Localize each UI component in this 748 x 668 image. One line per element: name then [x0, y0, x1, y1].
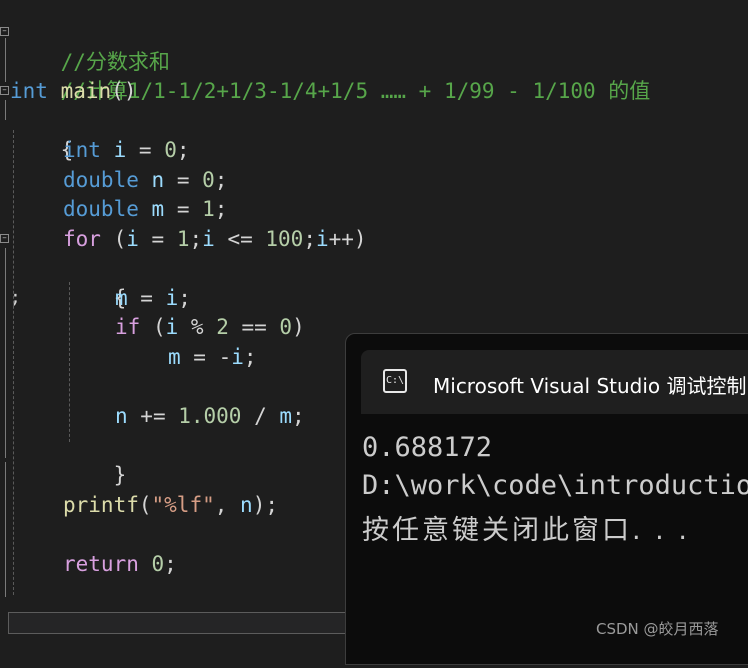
- punct: ,: [214, 493, 241, 517]
- indent-guide-main: [13, 130, 14, 595]
- code-line-decl-m: double m = 1;: [63, 194, 227, 224]
- console-title: Microsoft Visual Studio 调试控制台: [433, 374, 748, 398]
- code-line-printf: printf("%lf", n);: [63, 490, 278, 520]
- gutter-bar-comment: [5, 38, 6, 82]
- number: 0: [164, 138, 177, 162]
- code-line-decl-n: double n = 0;: [63, 165, 227, 195]
- number: 1: [202, 197, 215, 221]
- number: 1.000: [178, 404, 242, 428]
- code-line-accum: n += 1.000 / m;: [115, 401, 305, 431]
- code-line-main: int main(): [10, 76, 136, 106]
- semicolon: ;: [178, 286, 191, 310]
- return-keyword: return: [63, 552, 139, 576]
- console-prompt: 按任意键关闭此窗口. . .: [362, 515, 690, 546]
- gutter-bar-main: [5, 100, 6, 120]
- number: 1: [176, 227, 190, 251]
- semicolon: ;: [292, 404, 305, 428]
- punct: ;: [303, 227, 316, 251]
- semicolon: ;: [176, 138, 190, 162]
- semicolon: ;: [214, 168, 228, 192]
- code-line-inner-close: }: [63, 430, 127, 487]
- operator: %: [178, 315, 217, 339]
- string-literal: "%lf": [151, 493, 215, 517]
- fold-toggle-for[interactable]: −: [0, 234, 9, 243]
- variable: n: [240, 493, 253, 517]
- number: 0: [151, 552, 165, 576]
- code-line-if: if (i % 2 == 0): [115, 312, 305, 342]
- semicolon: ;: [164, 552, 177, 576]
- variable: i: [231, 345, 244, 369]
- operator: =: [138, 227, 177, 251]
- variable: m: [279, 404, 293, 428]
- operator: ==: [228, 315, 280, 339]
- code-line-decl-i: int i = 0;: [63, 135, 190, 165]
- number: 2: [216, 315, 229, 339]
- debug-console-window[interactable]: C:\ Microsoft Visual Studio 调试控制台 0.6881…: [345, 333, 748, 665]
- variable: i: [202, 227, 215, 251]
- for-keyword: for: [63, 227, 101, 251]
- brace: }: [113, 463, 127, 487]
- gutter-bar-for: [5, 248, 6, 458]
- number: 0: [279, 315, 293, 339]
- gutter-bar-end: [5, 462, 6, 597]
- variable: m: [115, 286, 128, 310]
- punct: ;: [189, 227, 203, 251]
- punct: );: [252, 493, 278, 517]
- margin-semicolon: ;: [10, 287, 21, 308]
- code-line-neg-m: m = -i;: [168, 342, 257, 372]
- console-output-path: D:\work\code\introduction: [362, 470, 748, 501]
- type-keyword: double: [63, 197, 139, 221]
- function-name: main: [60, 79, 112, 103]
- variable: i: [315, 227, 329, 251]
- variable: m: [151, 197, 165, 221]
- type-keyword: double: [63, 168, 139, 192]
- code-line-comment-2: //计算1/1-1/2+1/3-1/4+1/5 …… + 1/99 - 1/10…: [10, 46, 651, 103]
- punct: ): [292, 315, 305, 339]
- operator: =: [164, 197, 203, 221]
- variable: m: [168, 345, 181, 369]
- variable: i: [165, 315, 179, 339]
- code-line-for: for (i = 1;i <= 100;i++): [63, 224, 367, 254]
- code-line-comment-1: //分数求和: [10, 17, 170, 74]
- punct: (: [100, 227, 127, 251]
- operator: =: [126, 138, 165, 162]
- variable: i: [165, 286, 179, 310]
- punct: (: [138, 493, 152, 517]
- semicolon: ;: [243, 345, 257, 369]
- comment-text: //计算1/1-1/2+1/3-1/4+1/5 …… + 1/99 - 1/10…: [60, 79, 651, 103]
- parens: (): [111, 79, 137, 103]
- code-line-inner-open: {: [63, 253, 127, 310]
- operator: =: [127, 286, 166, 310]
- console-output-value: 0.688172: [362, 432, 493, 463]
- variable: i: [113, 138, 127, 162]
- code-line-assign-m: m = i;: [115, 283, 191, 313]
- if-keyword: if: [115, 315, 141, 339]
- number: 100: [265, 227, 304, 251]
- operator: =: [164, 168, 203, 192]
- type-keyword: int: [10, 79, 48, 103]
- code-line-return: return 0;: [63, 549, 177, 579]
- terminal-icon: C:\: [383, 369, 407, 393]
- operator: /: [241, 404, 280, 428]
- variable: n: [151, 168, 165, 192]
- console-titlebar[interactable]: C:\ Microsoft Visual Studio 调试控制台: [361, 350, 748, 414]
- variable: i: [126, 227, 139, 251]
- punct: (: [140, 315, 166, 339]
- function-name: printf: [63, 493, 139, 517]
- horizontal-scrollbar[interactable]: [8, 612, 348, 634]
- code-line-brace-open: {: [10, 105, 74, 162]
- variable: n: [115, 404, 128, 428]
- operator: = -: [180, 345, 232, 369]
- operator: +=: [127, 404, 179, 428]
- code-line-brace-close: }: [10, 578, 74, 635]
- number: 0: [202, 168, 215, 192]
- semicolon: ;: [214, 197, 228, 221]
- operator: <=: [214, 227, 266, 251]
- csdn-watermark: CSDN @皎月西落: [596, 620, 719, 638]
- fold-toggle-comment[interactable]: −: [0, 27, 9, 36]
- operator: ++): [328, 227, 367, 251]
- fold-toggle-main[interactable]: −: [0, 86, 9, 95]
- type-keyword: int: [63, 138, 101, 162]
